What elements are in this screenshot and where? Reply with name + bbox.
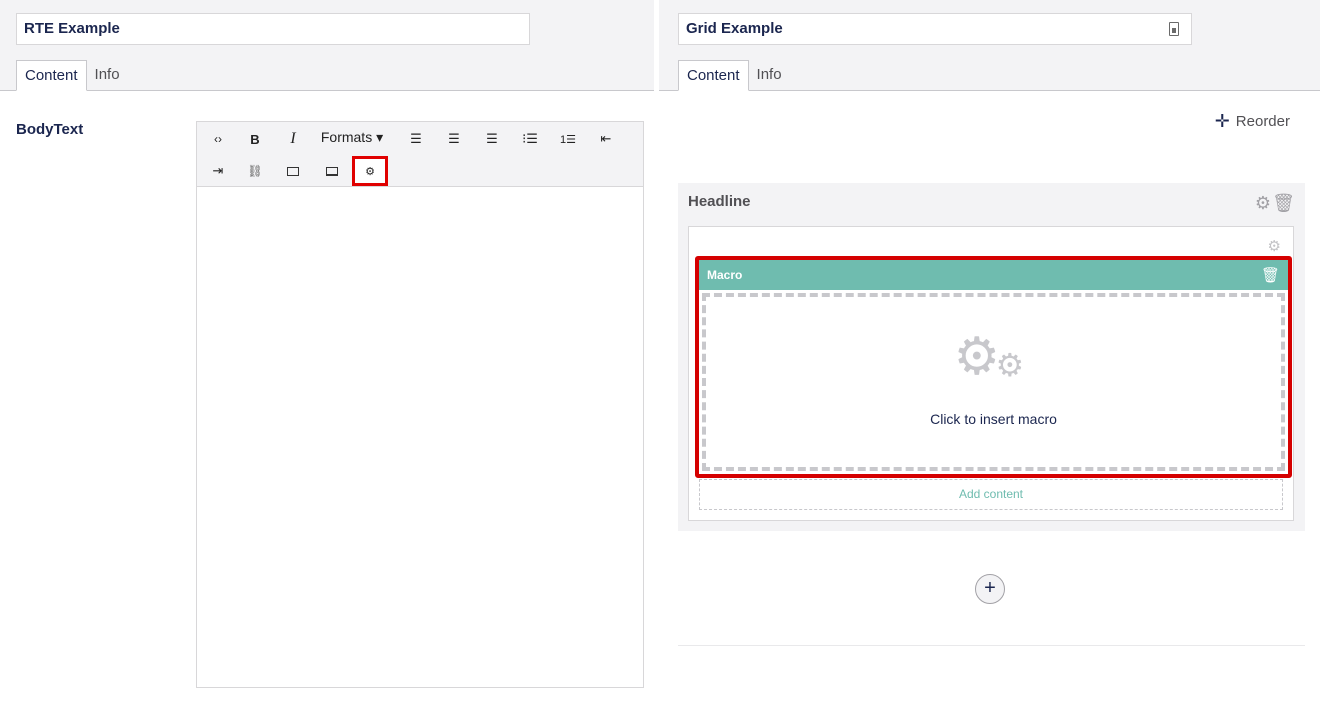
bullet-list-icon: ⁝☰ xyxy=(522,131,538,146)
row-delete-trash-icon[interactable]: 🗑 xyxy=(1272,193,1295,214)
row-title: Headline xyxy=(688,193,751,210)
insert-macro-area[interactable]: ⚙ ⚙ Click to insert macro xyxy=(702,293,1285,471)
bold-button[interactable]: B xyxy=(237,124,273,154)
align-right-icon: ☰ xyxy=(486,131,498,146)
italic-button[interactable]: I xyxy=(275,124,311,154)
bold-icon: B xyxy=(250,131,260,147)
insert-macro-label: Click to insert macro xyxy=(930,411,1057,427)
small-gear-icon: ⚙ xyxy=(995,347,1025,383)
numbered-list-icon: 1☰ xyxy=(560,133,576,146)
embed-icon xyxy=(326,166,338,176)
align-right-button[interactable]: ☰ xyxy=(474,124,510,154)
macro-title: Macro xyxy=(707,268,743,282)
indent-button[interactable]: ⇥ xyxy=(200,156,236,186)
row-settings-gear-icon[interactable]: ⚙ xyxy=(1255,193,1271,214)
source-code-button[interactable]: ‹› xyxy=(200,124,236,154)
rte-example-panel: RTE Example Content Info BodyText ‹› B I… xyxy=(0,0,654,705)
image-icon xyxy=(287,166,299,176)
insert-macro-button[interactable]: ⚙ xyxy=(352,156,388,186)
document-icon xyxy=(1169,22,1179,36)
tab-content[interactable]: Content xyxy=(678,60,749,91)
large-gear-icon: ⚙ xyxy=(953,328,1001,386)
grid-example-panel: Grid Example Content Info ✛ Reorder Head… xyxy=(659,0,1320,705)
macro-gears-icon: ⚙ ⚙ xyxy=(954,331,1034,385)
node-name-value: Grid Example xyxy=(686,20,783,37)
link-button[interactable]: ⛓ xyxy=(237,156,273,186)
italic-icon: I xyxy=(290,130,296,147)
align-left-button[interactable]: ☰ xyxy=(398,124,434,154)
reorder-label: Reorder xyxy=(1235,112,1290,130)
cell-settings-gear-icon[interactable]: ⚙ xyxy=(1268,237,1281,255)
rte-body[interactable] xyxy=(197,187,643,687)
grid-row-headline: Headline ⚙ 🗑 ⚙ Macro 🗑 ⚙ ⚙ Click to inse… xyxy=(678,183,1305,531)
link-icon: ⛓ xyxy=(247,164,263,178)
node-name-input[interactable]: RTE Example xyxy=(16,13,530,45)
align-left-icon: ☰ xyxy=(410,131,422,146)
rte-toolbar: ‹› B I Formats ▾ ☰ ☰ ☰ ⁝☰ 1☰ ⇤ ⇥ ⛓ ⚙ xyxy=(197,122,643,187)
align-center-button[interactable]: ☰ xyxy=(436,124,472,154)
rich-text-editor: ‹› B I Formats ▾ ☰ ☰ ☰ ⁝☰ 1☰ ⇤ ⇥ ⛓ ⚙ xyxy=(196,121,644,688)
add-row-plus-icon[interactable]: + xyxy=(975,574,1005,604)
add-content-button[interactable]: Add content xyxy=(699,479,1283,510)
outdent-icon: ⇤ xyxy=(600,131,612,146)
formats-dropdown[interactable]: Formats ▾ xyxy=(314,122,390,152)
content-tabs: Content Info xyxy=(16,60,128,91)
property-label-bodytext: BodyText xyxy=(16,121,84,138)
tab-content[interactable]: Content xyxy=(16,60,87,91)
indent-icon: ⇥ xyxy=(212,163,224,178)
align-center-icon: ☰ xyxy=(448,131,460,146)
macro-control-highlight: Macro 🗑 ⚙ ⚙ Click to insert macro xyxy=(695,256,1292,478)
image-button[interactable] xyxy=(275,156,311,186)
reorder-button[interactable]: ✛ Reorder xyxy=(1215,112,1290,130)
bullet-list-button[interactable]: ⁝☰ xyxy=(512,124,548,154)
embed-button[interactable] xyxy=(314,156,350,186)
node-name-input[interactable]: Grid Example xyxy=(678,13,1192,45)
content-tabs: Content Info xyxy=(678,60,790,91)
macro-control-header: Macro 🗑 xyxy=(699,260,1288,290)
move-icon: ✛ xyxy=(1214,111,1230,131)
outdent-button[interactable]: ⇤ xyxy=(588,124,624,154)
source-code-icon: ‹› xyxy=(214,132,222,146)
tab-info[interactable]: Info xyxy=(87,60,128,91)
macro-gears-icon: ⚙ xyxy=(365,165,375,178)
formats-label: Formats ▾ xyxy=(320,128,384,145)
tab-info[interactable]: Info xyxy=(749,60,790,91)
numbered-list-button[interactable]: 1☰ xyxy=(550,124,586,154)
content-header: RTE Example Content Info xyxy=(0,0,654,91)
divider-line xyxy=(678,645,1305,646)
content-header: Grid Example Content Info xyxy=(659,0,1320,91)
macro-delete-trash-icon[interactable]: 🗑 xyxy=(1261,266,1280,284)
grid-cell: ⚙ Macro 🗑 ⚙ ⚙ Click to insert macro Add … xyxy=(688,226,1294,521)
